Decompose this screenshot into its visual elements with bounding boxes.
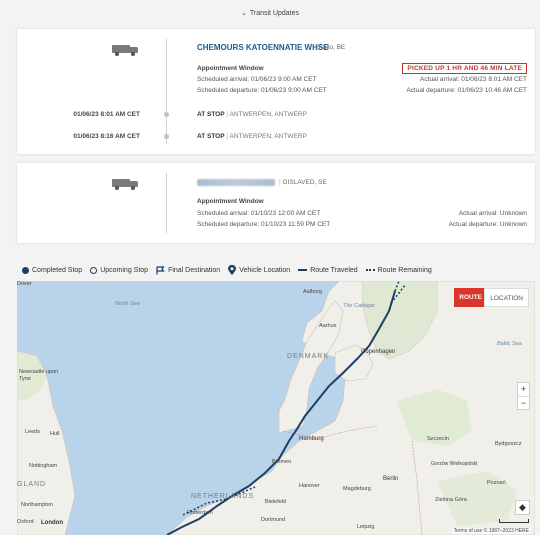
appointment-window-label: Appointment Window	[197, 198, 264, 205]
legend-final: Final Destination	[168, 266, 221, 274]
route-map[interactable]: North Sea Baltic Sea The Cattegat Aalbor…	[17, 281, 535, 535]
map-label: London	[41, 520, 63, 526]
map-label: The Cattegat	[343, 303, 375, 309]
stop-card-pickup: CHEMOURS KATOENNATIE WHSE | Kallo, BE Ap…	[17, 29, 535, 154]
scheduled-arrival: Scheduled arrival: 01/10/23 12:00 AM CET	[197, 210, 321, 217]
layers-icon[interactable]: ◆	[515, 500, 530, 515]
chevron-down-icon: ⌄	[240, 10, 247, 17]
flag-icon	[156, 265, 165, 274]
stop-name[interactable]: CHEMOURS KATOENNATIE WHSE	[197, 43, 329, 52]
actual-arrival: Actual arrival: 01/06/23 8:01 AM CET	[420, 76, 527, 83]
timeline-line	[166, 173, 167, 233]
map-label: Northampton	[21, 502, 53, 508]
map-label: Gorzów Wielkopolski	[431, 461, 478, 467]
map-label: Magdeburg	[343, 486, 371, 492]
legend-upcoming: Upcoming Stop	[100, 266, 149, 274]
map-label: Hamburg	[299, 436, 324, 442]
scale-bar	[499, 519, 529, 523]
event-status: AT STOP | ANTWERPEN, ANTWERP	[197, 133, 307, 140]
map-label: DENMARK	[287, 353, 330, 360]
map-legend: Completed Stop Upcoming Stop Final Desti…	[22, 265, 436, 275]
map-label: Leeds	[25, 429, 40, 435]
transit-updates-toggle[interactable]: ⌄ Transit Updates	[0, 9, 540, 17]
legend-remaining: Route Remaining	[377, 266, 432, 274]
map-label: Leipzig	[357, 524, 375, 530]
scheduled-departure: Scheduled departure: 01/10/23 11:59 PM C…	[197, 221, 331, 228]
map-label: Poznań	[487, 480, 506, 486]
appointment-window-label: Appointment Window	[197, 65, 264, 72]
stop-card-delivery: | GISLAVED, SE Appointment Window Schedu…	[17, 163, 535, 243]
zoom-in-button[interactable]: +	[518, 383, 529, 396]
scheduled-departure: Scheduled departure: 01/06/23 9:00 AM CE…	[197, 87, 327, 94]
timeline-dot	[164, 112, 169, 117]
legend-traveled: Route Traveled	[310, 266, 358, 274]
late-status-badge: PICKED UP 1 HR AND 46 MIN LATE	[402, 63, 527, 74]
truck-icon	[112, 179, 138, 190]
completed-stop-icon	[22, 266, 29, 274]
route-remaining-icon	[365, 269, 375, 271]
actual-departure: Actual departure: 01/06/23 10:46 AM CET	[406, 87, 527, 94]
event-time: 01/06/23 8:16 AM CET	[73, 133, 140, 140]
timeline-line	[166, 39, 167, 144]
map-label: Aalborg	[303, 289, 322, 295]
map-label: Bydgoszcz	[495, 441, 522, 447]
truck-icon	[112, 45, 138, 56]
event-status: AT STOP | ANTWERPEN, ANTWERP	[197, 111, 307, 118]
route-traveled-icon	[298, 269, 308, 271]
map-label: Dortmund	[261, 517, 286, 523]
map-label: Hull	[50, 431, 60, 437]
legend-completed: Completed Stop	[32, 266, 83, 274]
map-label: Nottingham	[29, 463, 58, 469]
stop-location: | GISLAVED, SE	[279, 179, 327, 186]
map-label: Dover	[17, 281, 32, 287]
map-label: Zielona Góra	[435, 497, 467, 503]
map-label: NETHERLANDS	[191, 493, 255, 500]
map-label: Copenhagen	[361, 349, 396, 355]
map-pin-icon	[228, 265, 237, 275]
map-label: Bielefeld	[265, 499, 287, 505]
map-terms[interactable]: Terms of use © 1987–2023 HERE	[451, 528, 531, 534]
map-label: Baltic Sea	[497, 341, 522, 347]
event-time: 01/06/23 8:01 AM CET	[73, 111, 140, 118]
legend-vehicle: Vehicle Location	[239, 266, 291, 274]
map-label: Oxford	[17, 519, 34, 525]
map-label: GLAND	[17, 481, 47, 488]
map-label: Szczecin	[427, 436, 450, 442]
map-label: Berlin	[383, 476, 399, 482]
map-label: Newcastle upon Tyne	[19, 369, 59, 382]
actual-departure: Actual departure: Unknown	[448, 221, 527, 228]
map-label: Bremen	[272, 459, 292, 465]
map-label: Hanover	[299, 483, 320, 489]
zoom-control: + −	[517, 382, 530, 410]
stop-location: | Kallo, BE	[315, 44, 346, 51]
map-label: North Sea	[115, 301, 140, 307]
timeline-dot	[164, 134, 169, 139]
upcoming-stop-icon	[90, 266, 98, 274]
route-button[interactable]: ROUTE	[454, 288, 487, 307]
redacted-stop-name	[197, 179, 275, 186]
location-button[interactable]: LOCATION	[484, 288, 529, 307]
zoom-out-button[interactable]: −	[518, 396, 529, 409]
map-label: Rotterdam	[187, 510, 213, 516]
scheduled-arrival: Scheduled arrival: 01/06/23 9:00 AM CET	[197, 76, 317, 83]
map-label: Aarhus	[319, 323, 337, 329]
actual-arrival: Actual arrival: Unknown	[458, 210, 527, 217]
transit-updates-label: Transit Updates	[249, 10, 300, 17]
